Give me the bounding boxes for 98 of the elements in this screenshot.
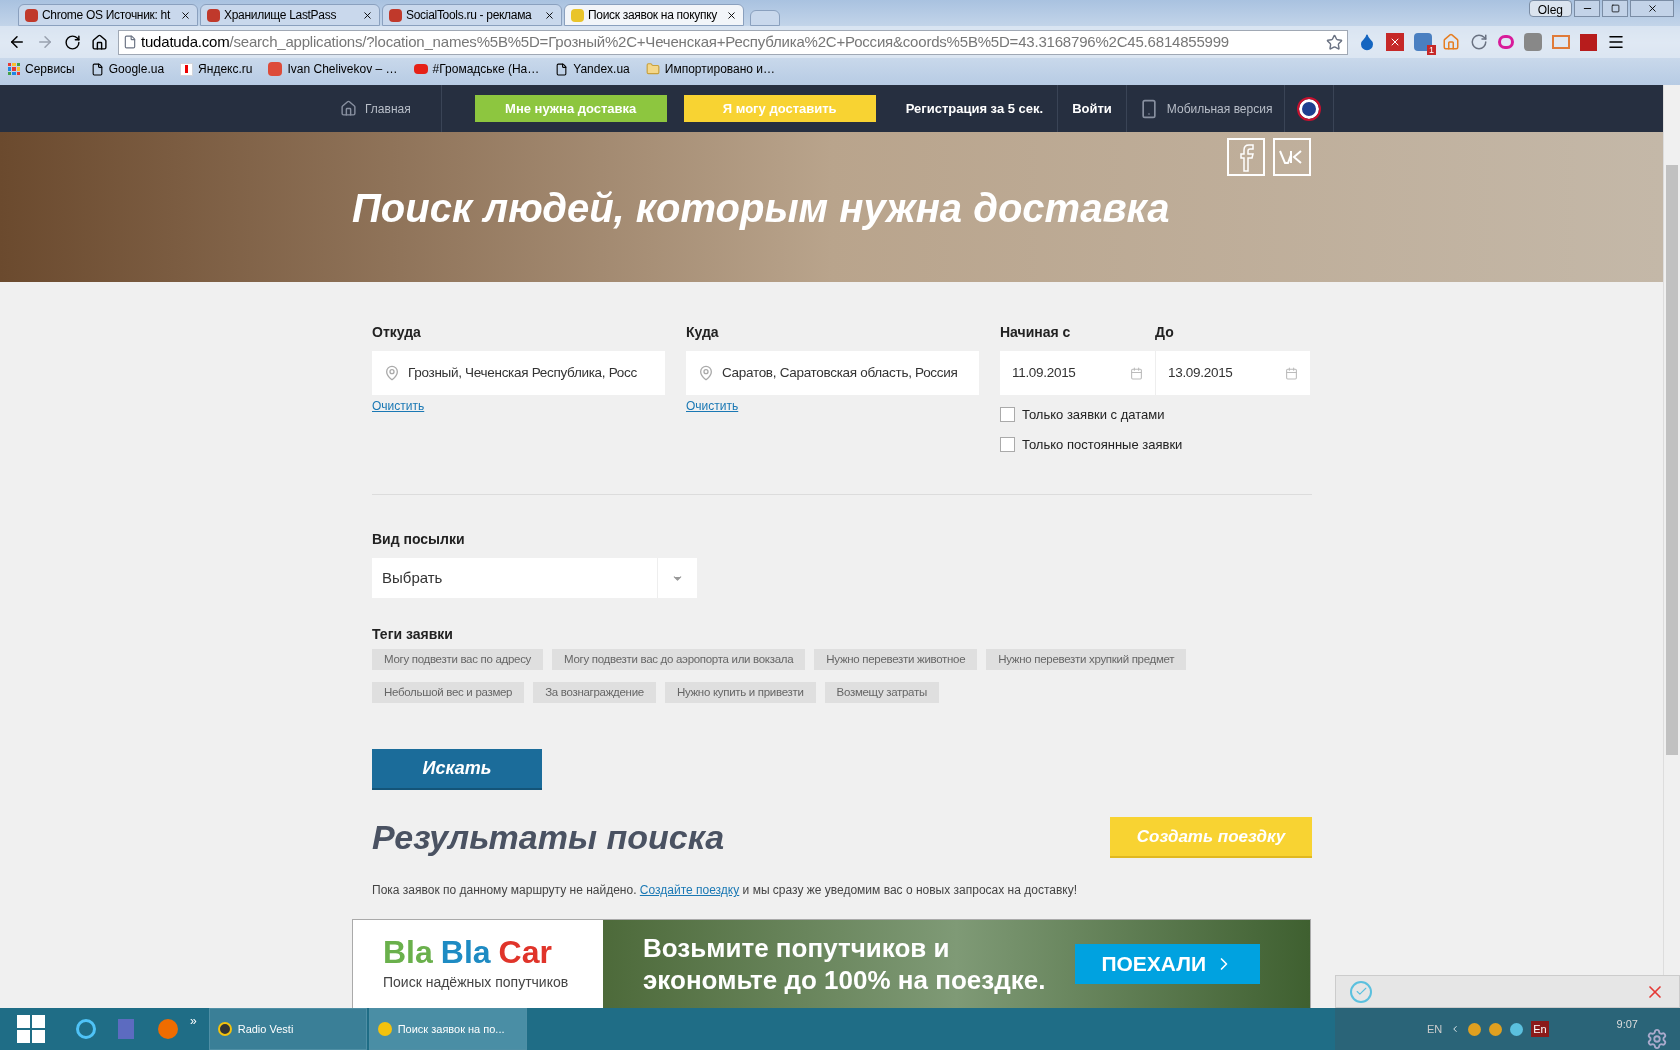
input-field[interactable]: Саратов, Саратовская область, Россия (686, 351, 979, 395)
tag-chip[interactable]: За вознаграждение (533, 682, 656, 703)
bookmark-item[interactable]: Google.ua (90, 60, 165, 78)
clear-link[interactable]: Очистить (686, 397, 979, 415)
ad-headline: Возьмите попутчиков и экономьте до 100% на поездке. (643, 932, 1046, 996)
input-field[interactable]: 11.09.2015 (1000, 351, 1155, 395)
more-button[interactable]: » (190, 1012, 197, 1030)
bookmark-item[interactable]: Ivan Chelivekov – … (268, 60, 398, 78)
language-indicator[interactable]: EN (1427, 1020, 1443, 1038)
select-field[interactable]: Выбрать (372, 558, 697, 598)
home-icon[interactable] (91, 33, 108, 51)
extension-icon[interactable] (1524, 33, 1542, 51)
page-icon (90, 62, 104, 76)
bookmark-star-icon[interactable] (1326, 33, 1343, 51)
facebook-icon[interactable] (1227, 138, 1265, 176)
app-icon (217, 1022, 232, 1036)
browser-tab[interactable]: Chrome OS Источник: ht (18, 4, 198, 26)
yandex-logo-icon (180, 62, 194, 76)
page-icon (555, 62, 569, 76)
monitor-icon[interactable] (1552, 35, 1570, 49)
clear-link[interactable]: Очистить (372, 397, 665, 415)
forward-icon[interactable] (36, 33, 54, 51)
house-icon[interactable] (1442, 33, 1460, 51)
field-label: Начиная с (1000, 323, 1072, 342)
profile-button[interactable]: Oleg (1528, 0, 1572, 17)
create-trip-link[interactable]: Создайте поездку (639, 883, 740, 897)
reload-icon[interactable] (64, 33, 81, 51)
results-title: Результаты поиска (372, 817, 725, 858)
keyboard-layout-indicator[interactable]: En (1531, 1020, 1549, 1038)
favicon-icon (389, 8, 402, 22)
search-button[interactable]: Искать (372, 749, 542, 790)
favicon-icon (25, 8, 38, 22)
bookmark-item[interactable]: Импортировано и… (645, 60, 776, 78)
gplus-logo-icon (268, 62, 283, 76)
drop-icon[interactable] (1358, 33, 1376, 51)
sync-icon[interactable] (1470, 33, 1488, 51)
square-icon[interactable] (1580, 33, 1597, 51)
pin-icon (384, 365, 400, 381)
field-label: До (1155, 323, 1175, 342)
restore-icon (1610, 4, 1620, 13)
app-icon (377, 1022, 392, 1036)
input-field[interactable]: Грозный, Чеченская Республика, Росс (372, 351, 665, 395)
checkbox-label: Только заявки с датами (1022, 406, 1165, 424)
checkbox[interactable] (1000, 436, 1015, 452)
settings-icon[interactable] (1646, 1028, 1668, 1050)
tag-chip[interactable]: Нужно купить и привезти (664, 682, 816, 703)
favicon-icon (571, 8, 584, 22)
results-message: Пока заявок по данному маршруту не найдено. Создайте поездку и мы сразу же уведомим вас о новых запросах на доставку! (372, 882, 1078, 899)
tag-chip[interactable]: Небольшой вес и размер (372, 682, 525, 703)
calendar-icon[interactable] (1130, 366, 1143, 380)
bookmark-item[interactable]: Яндекс.ru (180, 60, 253, 78)
input-field[interactable]: 13.09.2015 (1155, 351, 1310, 395)
field-label: Вид посылки (372, 530, 466, 549)
field-label: Куда (686, 323, 720, 342)
windows-logo-icon (17, 1015, 45, 1043)
blablacar-logo: Bla Bla Car (383, 935, 553, 968)
close-icon[interactable] (544, 9, 555, 21)
checkbox[interactable] (1000, 407, 1015, 423)
minimize-button[interactable] (1574, 0, 1600, 17)
close-icon[interactable] (180, 9, 191, 21)
pin-icon (698, 365, 714, 381)
close-button[interactable] (1630, 0, 1674, 17)
tagline: Поиск надёжных попутчиков (383, 972, 570, 992)
browser-tab[interactable]: SocialTools.ru - реклама (382, 4, 562, 26)
address-bar[interactable]: tudatuda.com/search_applications/?location_names%5B%5D=Грозный%2C+Чеченская+Республика%2C+Россия&coords%5B%5D=43.3168796%2C45.6814855999 (118, 29, 1348, 55)
checkbox-label: Только постоянные заявки (1022, 435, 1183, 454)
bookmark-item[interactable]: Сервисы (8, 60, 75, 78)
apps-grid-icon (8, 63, 20, 75)
restore-button[interactable] (1602, 0, 1628, 17)
back-icon[interactable] (8, 33, 26, 51)
play-logo-icon (413, 64, 428, 74)
browser-tab[interactable]: Поиск заявок на покупку (564, 4, 744, 26)
menu-icon[interactable] (1607, 33, 1625, 51)
home-icon (340, 100, 357, 117)
vk-icon[interactable] (1273, 138, 1311, 176)
tag-chip[interactable]: Нужно перевезти хрупкий предмет (986, 649, 1187, 670)
tag-chip[interactable]: Возмещу затраты (824, 682, 939, 703)
browser-tab[interactable]: Хранилище LastPass (200, 4, 380, 26)
calendar-icon[interactable] (1285, 366, 1298, 380)
ad-banner[interactable]: Bla Bla Car Поиск надёжных попутчиков Возьмите попутчиков и экономьте до 100% на поездке. ПОЕХАЛИ (352, 919, 1311, 1008)
tag-chip[interactable]: Могу подвезти вас до аэропорта или вокзала (552, 649, 806, 670)
field-label: Откуда (372, 323, 422, 342)
tag-chip[interactable]: Нужно перевезти животное (814, 649, 978, 670)
close-icon[interactable] (726, 9, 737, 21)
bookmark-item[interactable]: Yandex.ua (555, 60, 630, 78)
taskbar-window-button[interactable]: Radio Vesti (208, 1008, 367, 1050)
field-label: Теги заявки (372, 625, 454, 644)
favicon-icon (207, 8, 220, 22)
tag-chip[interactable]: Могу подвезти вас по адресу (372, 649, 544, 670)
hero-title: Поиск людей, которым нужна доставка (351, 185, 1171, 232)
taskbar-window-button[interactable]: Поиск заявок на по... (368, 1008, 527, 1050)
clock[interactable]: 9:07 (1616, 1016, 1638, 1033)
close-icon (1646, 3, 1658, 14)
page-icon (123, 35, 137, 49)
new-tab-button[interactable] (750, 10, 780, 26)
close-icon[interactable] (362, 9, 373, 21)
folder-icon (645, 62, 660, 76)
bookmark-item[interactable]: #Громадське (На… (413, 60, 540, 78)
